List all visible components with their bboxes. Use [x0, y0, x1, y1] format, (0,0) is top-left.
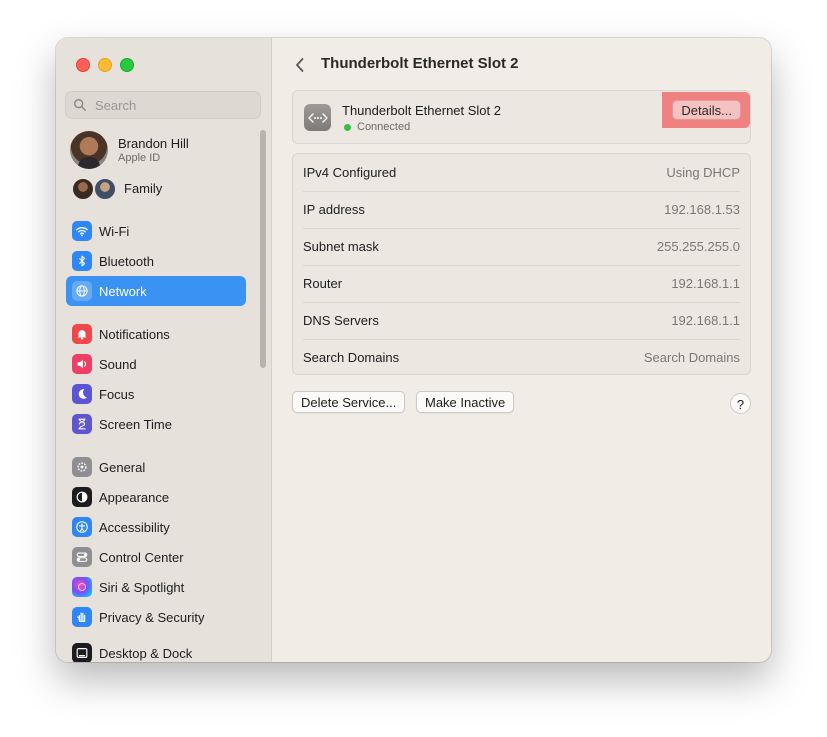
gear-icon [72, 457, 92, 477]
sidebar-item-bluetooth[interactable]: Bluetooth [66, 246, 246, 276]
sidebar-item-label: Bluetooth [99, 253, 154, 269]
delete-service-button[interactable]: Delete Service... [292, 391, 406, 413]
sidebar-item-label: Control Center [99, 549, 184, 565]
wifi-icon [72, 221, 92, 241]
row-label: Router [303, 276, 343, 291]
search-field[interactable] [65, 91, 261, 119]
row-label: Search Domains [303, 350, 400, 365]
info-row-search-domains: Search Domains Search Domains [303, 339, 740, 376]
sidebar-item-desktop-dock[interactable]: Desktop & Dock [66, 638, 246, 662]
help-button[interactable]: ? [730, 393, 751, 414]
sidebar-item-privacy-security[interactable]: Privacy & Security [66, 602, 246, 632]
info-row-ipv4: IPv4 Configured Using DHCP [303, 154, 740, 192]
bluetooth-icon [72, 251, 92, 271]
row-value: 192.168.1.53 [664, 202, 740, 217]
hand-icon [72, 607, 92, 627]
sidebar-item-label: Network [99, 283, 147, 299]
search-icon [74, 99, 86, 111]
family-avatar [72, 178, 94, 200]
sidebar-group-notifications: Notifications Sound Focus Screen Time [66, 319, 246, 439]
apple-id-profile[interactable]: Brandon Hill Apple ID [70, 131, 189, 169]
sidebar-item-label: Siri & Spotlight [99, 579, 185, 595]
sidebar-item-label: Desktop & Dock [99, 645, 193, 661]
sidebar-item-label: Accessibility [99, 519, 170, 535]
zoom-window-button[interactable] [120, 58, 134, 72]
sidebar: Brandon Hill Apple ID Family Wi-Fi [56, 38, 272, 662]
info-row-ip-address: IP address 192.168.1.53 [303, 191, 740, 229]
row-value: Search Domains [643, 350, 740, 365]
family-avatars [72, 178, 116, 200]
sidebar-item-network[interactable]: Network [66, 276, 246, 306]
sidebar-item-sound[interactable]: Sound [66, 349, 246, 379]
appearance-icon [72, 487, 92, 507]
sidebar-item-label: General [99, 459, 146, 475]
sidebar-item-label: Wi-Fi [99, 223, 130, 239]
speaker-icon [72, 354, 92, 374]
toggles-icon [72, 547, 92, 567]
sidebar-item-label: Privacy & Security [99, 609, 205, 625]
sidebar-item-label: Sound [99, 356, 137, 372]
status-dot-icon [344, 123, 351, 131]
service-name: Thunderbolt Ethernet Slot 2 [342, 103, 501, 118]
accessibility-icon [72, 517, 92, 537]
siri-icon [72, 577, 92, 597]
make-inactive-button[interactable]: Make Inactive [416, 391, 515, 413]
sidebar-group-network: Wi-Fi Bluetooth Network [66, 216, 246, 306]
sidebar-item-label: Screen Time [99, 416, 172, 432]
row-label: Subnet mask [303, 239, 379, 254]
sidebar-item-screen-time[interactable]: Screen Time [66, 409, 246, 439]
moon-icon [72, 384, 92, 404]
family-label: Family [124, 180, 163, 196]
sidebar-item-label: Notifications [99, 326, 170, 342]
close-window-button[interactable] [76, 58, 90, 72]
family-avatar [94, 178, 116, 200]
details-button[interactable]: Details... [672, 100, 741, 120]
bell-icon [72, 324, 92, 344]
service-status-text: Connected [357, 121, 411, 133]
sidebar-group-general: General Appearance Accessibility Control… [66, 452, 246, 662]
ethernet-icon [304, 104, 331, 131]
back-button[interactable] [290, 55, 310, 75]
info-row-dns-servers: DNS Servers 192.168.1.1 [303, 302, 740, 340]
sidebar-item-siri-spotlight[interactable]: Siri & Spotlight [66, 572, 246, 602]
sidebar-item-general[interactable]: General [66, 452, 246, 482]
info-row-subnet-mask: Subnet mask 255.255.255.0 [303, 228, 740, 266]
main-pane: Thunderbolt Ethernet Slot 2 Thunderbolt … [272, 38, 771, 662]
sidebar-item-control-center[interactable]: Control Center [66, 542, 246, 572]
sidebar-item-focus[interactable]: Focus [66, 379, 246, 409]
row-value: 255.255.255.0 [656, 239, 740, 254]
sidebar-item-appearance[interactable]: Appearance [66, 482, 246, 512]
network-info-card: IPv4 Configured Using DHCP IP address 19… [292, 153, 751, 375]
avatar [70, 131, 108, 169]
sidebar-item-accessibility[interactable]: Accessibility [66, 512, 246, 542]
traffic-lights [76, 58, 134, 72]
row-label: IP address [303, 202, 365, 217]
profile-subtitle: Apple ID [118, 152, 161, 164]
page-title: Thunderbolt Ethernet Slot 2 [321, 55, 519, 72]
service-status: Connected [344, 121, 410, 133]
search-input[interactable] [93, 96, 257, 114]
row-label: IPv4 Configured [303, 165, 397, 180]
family-item[interactable]: Family [72, 178, 163, 200]
row-value: 192.168.1.1 [671, 313, 740, 328]
info-row-router: Router 192.168.1.1 [303, 265, 740, 303]
settings-window: Brandon Hill Apple ID Family Wi-Fi [56, 38, 771, 662]
globe-icon [72, 281, 92, 301]
sidebar-item-wifi[interactable]: Wi-Fi [66, 216, 246, 246]
row-value: 192.168.1.1 [671, 276, 740, 291]
sidebar-scrollbar[interactable] [260, 130, 266, 368]
profile-name: Brandon Hill [118, 136, 189, 151]
row-value: Using DHCP [666, 165, 740, 180]
sidebar-item-notifications[interactable]: Notifications [66, 319, 246, 349]
minimize-window-button[interactable] [98, 58, 112, 72]
sidebar-item-label: Focus [99, 386, 135, 402]
row-label: DNS Servers [303, 313, 379, 328]
sidebar-item-label: Appearance [99, 489, 170, 505]
service-header-card: Thunderbolt Ethernet Slot 2 Connected De… [292, 90, 751, 144]
hourglass-icon [72, 414, 92, 434]
dock-icon [72, 643, 92, 662]
chevron-left-icon [296, 58, 304, 72]
